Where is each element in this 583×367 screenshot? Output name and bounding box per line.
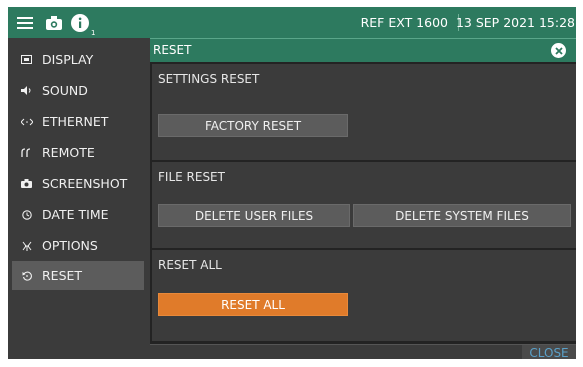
close-circle-icon[interactable] [551,43,566,58]
reset-all-button[interactable]: RESET ALL [158,293,348,316]
sidebar-item-label: SOUND [42,83,88,98]
sidebar-item-label: RESET [42,268,83,283]
file-reset-section: FILE RESET DELETE USER FILES DELETE SYST… [152,162,576,248]
hamburger-menu-icon[interactable] [14,7,36,38]
settings-sidebar: DISPLAY SOUND ETHERNET REMOTE SCREENSHOT [8,38,148,359]
sidebar-item-options[interactable]: OPTIONS [12,231,144,260]
sidebar-item-label: SCREENSHOT [42,176,128,191]
camera-icon[interactable] [43,7,65,38]
panel-title: RESET [153,43,192,57]
settings-reset-section: SETTINGS RESET FACTORY RESET [152,64,576,160]
delete-user-files-button[interactable]: DELETE USER FILES [158,204,350,227]
top-status-bar: 1 REF EXT 1600 13 SEP 2021 15:28 [8,7,576,38]
options-icon [20,241,33,251]
factory-reset-button[interactable]: FACTORY RESET [158,114,348,137]
panel-header: RESET [150,38,576,62]
sidebar-item-label: ETHERNET [42,114,109,129]
close-button[interactable]: CLOSE [522,345,576,359]
panel-footer: CLOSE [150,344,576,359]
section-label-reset-all: RESET ALL [158,258,222,272]
datetime-status: 13 SEP 2021 15:28 [455,15,575,30]
sidebar-item-label: DISPLAY [42,52,94,67]
section-label-settings-reset: SETTINGS RESET [158,72,260,86]
sidebar-item-label: DATE TIME [42,207,109,222]
reset-icon [20,271,33,281]
reset-all-section: RESET ALL RESET ALL [152,250,576,341]
sidebar-item-label: OPTIONS [42,238,98,253]
ethernet-icon [20,118,33,126]
delete-system-files-button[interactable]: DELETE SYSTEM FILES [353,204,571,227]
device-screen: 1 REF EXT 1600 13 SEP 2021 15:28 DISPLAY… [8,7,576,359]
reference-status: REF EXT 1600 [360,15,448,30]
sidebar-item-label: REMOTE [42,145,95,160]
reset-panel: RESET SETTINGS RESET FACTORY RESET FILE … [150,38,576,359]
sidebar-item-ethernet[interactable]: ETHERNET [12,107,144,136]
sidebar-item-display[interactable]: DISPLAY [12,45,144,74]
sidebar-item-date-time[interactable]: DATE TIME [12,200,144,229]
clock-icon [20,209,33,220]
sidebar-item-remote[interactable]: REMOTE [12,138,144,167]
sidebar-item-screenshot[interactable]: SCREENSHOT [12,169,144,198]
camera-icon [20,179,33,188]
info-icon[interactable] [69,7,91,38]
sidebar-item-reset[interactable]: RESET [12,261,144,290]
sidebar-item-sound[interactable]: SOUND [12,76,144,105]
section-label-file-reset: FILE RESET [158,170,225,184]
display-icon [20,55,33,64]
info-badge-count: 1 [91,29,96,37]
remote-icon [20,147,33,158]
speaker-icon [20,86,33,95]
